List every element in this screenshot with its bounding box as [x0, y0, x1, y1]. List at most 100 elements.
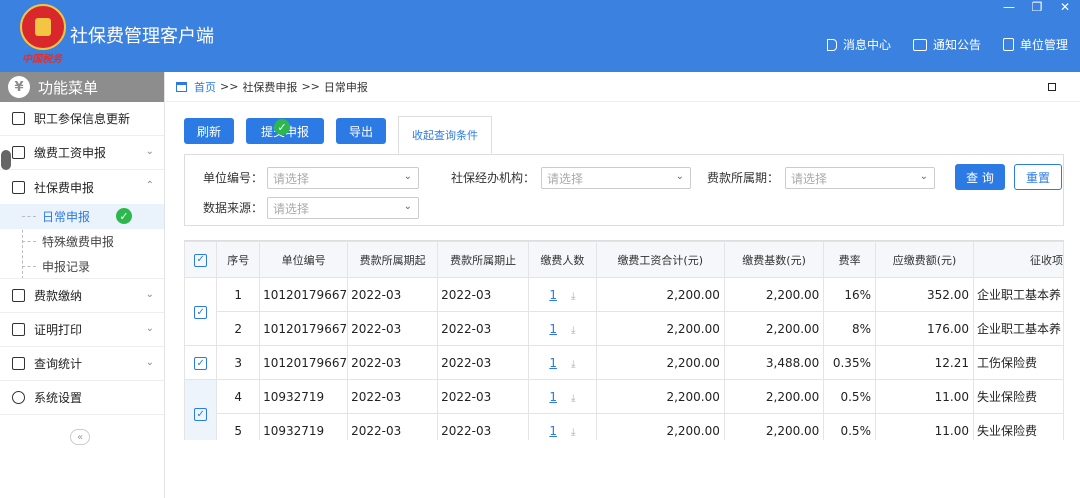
cell-wage: 2,200.00 [595, 277, 725, 312]
message-center-link[interactable]: 消息中心 [826, 36, 891, 53]
cell-base: 3,488.00 [723, 345, 825, 380]
gear-icon [12, 391, 25, 404]
breadcrumb-level1: 社保费申报 [242, 80, 298, 94]
maximize-icon[interactable] [1048, 83, 1056, 91]
download-icon[interactable]: ⤓ [571, 393, 575, 404]
download-icon[interactable]: ⤓ [571, 325, 575, 336]
toolbar: 刷新 提交申报 ✓ 导出 [184, 118, 387, 144]
count-link[interactable]: 1 [549, 390, 557, 404]
select-placeholder: 请选择 [273, 201, 310, 216]
row-checkbox-cell[interactable]: ✓ [184, 345, 218, 380]
check-badge-icon: ✓ [274, 119, 291, 135]
sidebar-item-label: 职工参保信息更新 [34, 112, 131, 126]
cell-unit: 10120179667 [259, 277, 349, 312]
collapse-filter-tab[interactable]: 收起查询条件 [398, 116, 492, 154]
breadcrumb-home[interactable]: 首页 [194, 79, 216, 95]
cell-rate: 0.5% [823, 413, 876, 440]
cell-amount: 12.21 [874, 345, 975, 380]
export-button[interactable]: 导出 [336, 118, 387, 144]
column-header: 费款所属期起 [347, 241, 439, 278]
table-row: ✓ 4 10932719 2022-03 2022-03 1 ⤓ 2,200.00… [184, 379, 1064, 440]
period-label: 费款所属期： [707, 171, 780, 185]
declaration-table-grid: ✓ 序号 单位编号 费款所属期起 费款所属期止 缴费人数 缴费工资合计(元) 缴… [184, 241, 1064, 440]
building-icon [1002, 38, 1014, 51]
header-checkbox[interactable]: ✓ [184, 241, 218, 278]
count-link[interactable]: 1 [549, 424, 557, 438]
query-button[interactable]: 查 询 [955, 164, 1005, 190]
row-checkbox[interactable]: ✓ [194, 408, 208, 422]
column-header: 费率 [823, 241, 876, 278]
list-icon [12, 112, 25, 125]
column-header: 费款所属期止 [437, 241, 530, 278]
mail-icon [912, 38, 927, 51]
cell-no: 3 [216, 345, 261, 380]
chevron-down-icon: ⌄ [145, 357, 154, 368]
row-checkbox[interactable]: ✓ [194, 357, 208, 371]
sidebar-header: ¥ 功能菜单 [0, 72, 164, 102]
agency-select[interactable]: 请选择 ⌄ [541, 167, 691, 189]
sidebar-item-social-declare[interactable]: 社保费申报 ⌃ [0, 170, 164, 204]
minimize-icon[interactable]: — [1002, 0, 1016, 14]
book-icon [12, 289, 25, 302]
sidebar-item-payment[interactable]: 费款缴纳 ⌄ [0, 279, 164, 313]
cell-rate: 16% [823, 277, 876, 312]
cell-no: 2 [216, 311, 261, 346]
cell-count: 1 ⤓ [528, 311, 597, 346]
sidebar-item-query[interactable]: 查询统计 ⌄ [0, 347, 164, 381]
sidebar-subitem-special[interactable]: 特殊缴费申报 [0, 229, 164, 254]
download-icon[interactable]: ⤓ [571, 359, 575, 370]
download-icon[interactable]: ⤓ [571, 291, 575, 302]
home-icon [176, 81, 187, 92]
cell-item: 工伤保险费 [973, 345, 1064, 380]
restore-icon[interactable]: ❐ [1030, 0, 1044, 14]
emblem-signature: 中国税务 [22, 54, 62, 65]
unit-manage-link[interactable]: 单位管理 [1002, 36, 1068, 53]
table-header-row: ✓ 序号 单位编号 费款所属期起 费款所属期止 缴费人数 缴费工资合计(元) 缴… [184, 241, 1064, 278]
cell-rate: 0.35% [823, 345, 876, 380]
select-all-checkbox[interactable]: ✓ [194, 253, 208, 267]
table-row: ✓ 3 10120179667 2022-03 2022-03 1 ⤓ 2,200… [184, 345, 1064, 380]
sidebar-subitem-records[interactable]: 申报记录 [0, 254, 164, 279]
cell-end: 2022-03 [437, 311, 530, 346]
cell-item: 失业保险费 [973, 379, 1064, 414]
refresh-button[interactable]: 刷新 [184, 118, 235, 144]
cell-start: 2022-03 [347, 311, 439, 346]
notice-link[interactable]: 通知公告 [912, 36, 981, 53]
sidebar-item-settings[interactable]: 系统设置 [0, 381, 164, 415]
sidebar-item-staff-info[interactable]: 职工参保信息更新 [0, 102, 164, 136]
cell-count: 1 ⤓ [528, 277, 597, 312]
column-header: 单位编号 [259, 241, 349, 278]
source-select[interactable]: 请选择 ⌄ [267, 197, 419, 219]
count-link[interactable]: 1 [549, 356, 557, 370]
cell-base: 2,200.00 [723, 277, 825, 312]
submit-button[interactable]: 提交申报 ✓ [246, 118, 325, 144]
row-checkbox-cell[interactable]: ✓ [184, 379, 218, 440]
close-icon[interactable]: ✕ [1058, 0, 1072, 14]
cell-amount: 11.00 [874, 379, 975, 414]
cell-wage: 2,200.00 [595, 413, 725, 440]
unit-no-select[interactable]: 请选择 ⌄ [267, 167, 419, 189]
cell-rate: 8% [823, 311, 876, 346]
select-placeholder: 请选择 [791, 171, 828, 186]
cell-start: 2022-03 [347, 379, 439, 414]
row-checkbox[interactable]: ✓ [194, 306, 208, 320]
collapse-sidebar-button[interactable]: « [70, 429, 90, 445]
sidebar-subitem-label: 申报记录 [42, 259, 91, 274]
sidebar-item-certificate[interactable]: 证明打印 ⌄ [0, 313, 164, 347]
row-checkbox-cell[interactable]: ✓ [184, 277, 218, 346]
period-select[interactable]: 请选择 ⌄ [785, 167, 935, 189]
sidebar-subitem-daily[interactable]: 日常申报 ✓ [0, 204, 164, 229]
notice-label: 通知公告 [932, 38, 981, 52]
count-link[interactable]: 1 [549, 322, 557, 336]
count-link[interactable]: 1 [549, 288, 557, 302]
reset-button[interactable]: 重置 [1014, 164, 1062, 190]
unit-no-label: 单位编号： [203, 171, 264, 185]
download-icon[interactable]: ⤓ [571, 427, 575, 438]
scroll-thumb[interactable] [1, 150, 11, 170]
app-title: 社保费管理客户端 [70, 26, 214, 47]
check-badge-icon: ✓ [116, 208, 132, 224]
sidebar-item-label: 系统设置 [34, 391, 83, 405]
sidebar-item-wage-declare[interactable]: 缴费工资申报 ⌄ [0, 136, 164, 170]
cell-count: 1 ⤓ [528, 413, 597, 440]
cell-end: 2022-03 [437, 345, 530, 380]
